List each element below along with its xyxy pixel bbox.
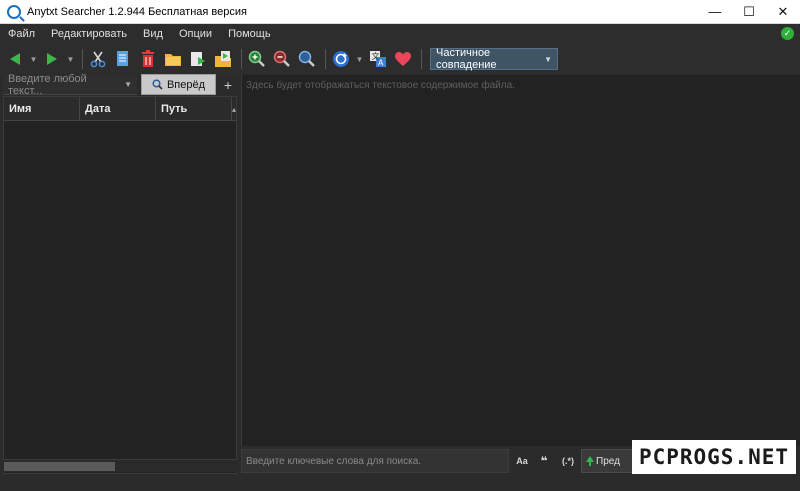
toolbar-divider	[421, 49, 422, 69]
zoom-out-icon[interactable]	[271, 48, 293, 70]
favorite-icon[interactable]	[392, 48, 414, 70]
title-bar: Anytxt Searcher 1.2.944 Бесплатная верси…	[0, 0, 800, 24]
watermark: PCPROGS.NET	[632, 440, 796, 474]
app-logo-icon	[7, 4, 21, 19]
arrow-up-icon	[586, 456, 594, 466]
maximize-button[interactable]: ☐	[732, 0, 766, 24]
menu-edit[interactable]: Редактировать	[43, 28, 135, 40]
previous-match-label: Пред	[596, 455, 620, 467]
toolbar-divider	[82, 49, 83, 69]
status-bar	[0, 475, 800, 491]
match-mode-select[interactable]: Частичное совпадение ▼	[430, 47, 558, 71]
scrollbar-thumb[interactable]	[4, 462, 115, 471]
menu-file[interactable]: Файл	[0, 28, 43, 40]
match-mode-value: Частичное совпадение	[436, 47, 497, 71]
zoom-in-icon[interactable]	[246, 48, 268, 70]
match-case-toggle[interactable]: Aa	[514, 453, 530, 469]
column-date[interactable]: Дата	[80, 97, 156, 121]
svg-text:A: A	[378, 59, 384, 68]
search-input[interactable]: Введите любой текст... ▼	[3, 72, 137, 97]
chevron-down-icon[interactable]: ▼	[124, 80, 132, 89]
results-header: Имя Дата Путь ▴	[4, 97, 236, 121]
delete-icon[interactable]	[137, 48, 159, 70]
regex-toggle[interactable]: (.*)	[558, 453, 578, 469]
results-list[interactable]: Имя Дата Путь ▴	[3, 96, 237, 474]
menu-help[interactable]: Помощь	[220, 28, 279, 40]
cut-icon[interactable]	[87, 48, 109, 70]
forward-dropdown-icon[interactable]: ▼	[66, 48, 75, 70]
keyword-input-placeholder: Введите ключевые слова для поиска.	[246, 455, 422, 467]
forward-search-button[interactable]: Вперёд	[141, 74, 216, 95]
translate-icon[interactable]: 文A	[367, 48, 389, 70]
keyword-input[interactable]: Введите ключевые слова для поиска.	[241, 449, 509, 473]
toolbar: ▼ ▼ ▼ 文A Частичное совпадение ▼	[0, 44, 800, 74]
minimize-button[interactable]: —	[698, 0, 732, 24]
file-content-view[interactable]: Здесь будет отображаться текстовое содер…	[241, 75, 800, 446]
back-dropdown-icon[interactable]: ▼	[29, 48, 38, 70]
toolbar-divider	[241, 49, 242, 69]
back-icon[interactable]	[4, 48, 26, 70]
forward-search-label: Вперёд	[166, 78, 206, 91]
menu-view[interactable]: Вид	[135, 28, 171, 40]
chevron-down-icon: ▼	[544, 54, 552, 64]
add-search-button[interactable]: +	[221, 75, 235, 95]
status-ok-icon: ✓	[781, 27, 794, 40]
refresh-icon[interactable]	[330, 48, 352, 70]
window-title: Anytxt Searcher 1.2.944 Бесплатная верси…	[27, 5, 247, 18]
column-more-icon[interactable]: ▴	[232, 97, 236, 121]
refresh-dropdown-icon[interactable]: ▼	[355, 48, 364, 70]
menu-bar: Файл Редактировать Вид Опции Помощь ✓	[0, 24, 800, 44]
search-input-placeholder: Введите любой текст...	[8, 72, 87, 97]
results-horizontal-scrollbar[interactable]	[3, 459, 237, 472]
previous-match-button[interactable]: Пред	[581, 449, 637, 473]
export-icon[interactable]	[187, 48, 209, 70]
forward-icon[interactable]	[41, 48, 63, 70]
open-file-icon[interactable]	[212, 48, 234, 70]
open-folder-icon[interactable]	[162, 48, 184, 70]
column-name[interactable]: Имя	[4, 97, 80, 121]
column-path[interactable]: Путь	[156, 97, 232, 121]
toolbar-divider	[325, 49, 326, 69]
search-icon	[152, 79, 163, 90]
search-icon[interactable]	[296, 48, 318, 70]
close-button[interactable]: ✕	[766, 0, 800, 24]
exact-phrase-toggle[interactable]: ❝	[537, 453, 551, 469]
content-placeholder: Здесь будет отображаться текстовое содер…	[246, 80, 515, 91]
copy-icon[interactable]	[112, 48, 134, 70]
menu-options[interactable]: Опции	[171, 28, 220, 40]
